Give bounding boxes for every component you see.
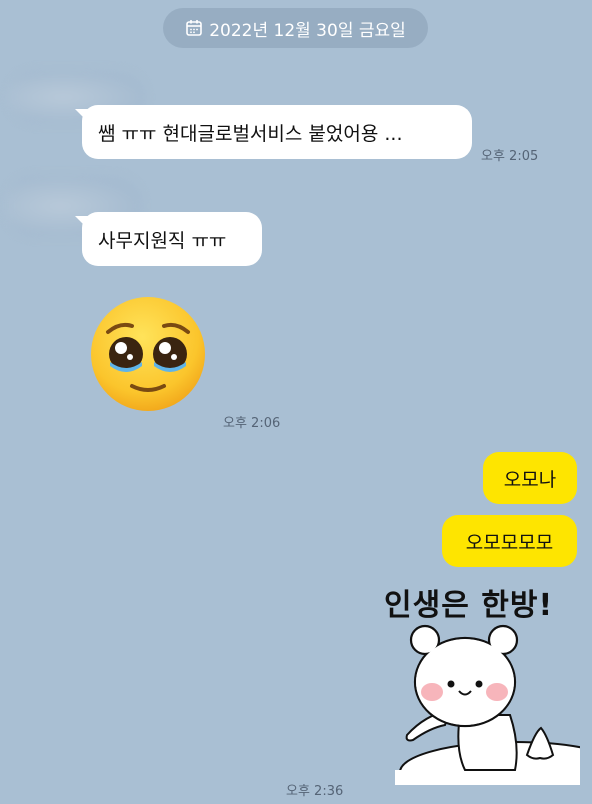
message-bubble-incoming[interactable]: 쌤 ㅠㅠ 현대글로벌서비스 붙었어용 ...: [82, 105, 472, 159]
message-text: 쌤 ㅠㅠ 현대글로벌서비스 붙었어용 ...: [98, 122, 403, 145]
bear-sticker[interactable]: [395, 620, 580, 785]
message-text: 오모모모모: [465, 531, 554, 554]
message-time: 오후 2:05: [481, 149, 539, 164]
message-bubble-incoming[interactable]: 사무지원직 ㅠㅠ: [82, 212, 262, 266]
date-divider: 2022년 12월 30일 금요일: [163, 8, 428, 48]
message-text: 오모나: [503, 468, 557, 491]
message-time: 오후 2:06: [223, 416, 281, 431]
date-divider-text: 2022년 12월 30일 금요일: [209, 20, 406, 41]
sticker-caption: 인생은 한방!: [384, 588, 554, 623]
calendar-icon: [186, 20, 203, 36]
message-time: 오후 2:36: [286, 784, 344, 799]
pleading-face-icon[interactable]: [88, 294, 208, 414]
message-text: 사무지원직 ㅠㅠ: [98, 229, 227, 252]
message-bubble-outgoing[interactable]: 오모나: [483, 452, 577, 504]
message-bubble-outgoing[interactable]: 오모모모모: [442, 515, 577, 567]
